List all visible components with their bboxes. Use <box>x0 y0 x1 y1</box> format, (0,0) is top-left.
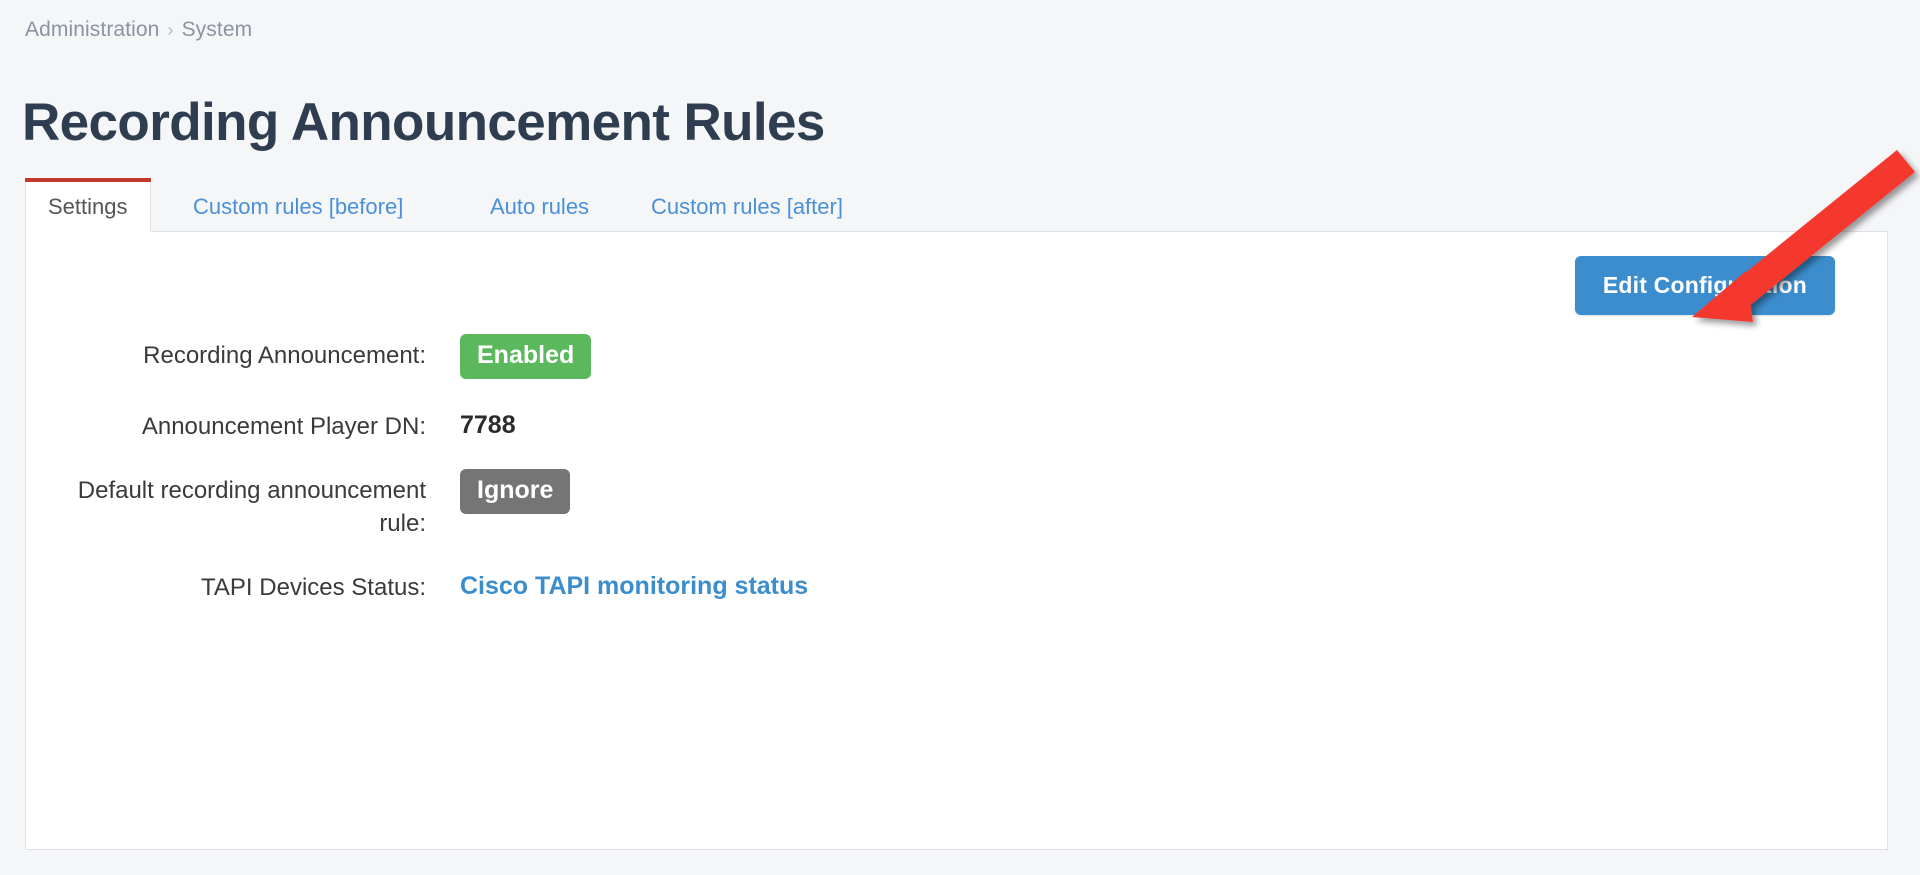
settings-panel: Edit Configuration Recording Announcemen… <box>25 232 1888 850</box>
tab-custom-rules-before-label: Custom rules [before] <box>193 194 404 219</box>
page-title: Recording Announcement Rules <box>22 92 825 152</box>
status-badge-enabled: Enabled <box>460 334 592 379</box>
settings-row-value: 7788 <box>460 403 516 440</box>
settings-row-label: TAPI Devices Status: <box>201 573 426 601</box>
tab-auto-rules-label: Auto rules <box>490 194 590 219</box>
settings-row-value: Enabled <box>460 332 592 379</box>
settings-row-default-recording-announcement-rule: Default recording announcement rule: Ign… <box>26 467 1887 540</box>
settings-row-label: Announcement Player DN: <box>141 412 426 440</box>
settings-form: Recording Announcement: Enabled Announce… <box>26 332 1887 628</box>
settings-row-recording-announcement: Recording Announcement: Enabled <box>26 332 1887 379</box>
settings-row-value: Cisco TAPI monitoring status <box>460 564 808 601</box>
settings-row-value: Ignore <box>460 467 571 514</box>
tab-custom-rules-after-label: Custom rules [after] <box>651 194 843 219</box>
settings-row-label: Recording Announcement: <box>143 342 426 369</box>
announcement-player-dn-value: 7788 <box>460 410 516 439</box>
edit-configuration-button[interactable]: Edit Configuration <box>1574 256 1835 315</box>
breadcrumb-item-administration[interactable]: Administration <box>25 18 159 41</box>
breadcrumb-item-system[interactable]: System <box>182 18 253 41</box>
tab-settings-label: Settings <box>48 194 128 219</box>
settings-row-announcement-player-dn: Announcement Player DN: 7788 <box>26 403 1887 443</box>
settings-row-label: Default recording announcement rule: <box>77 477 426 537</box>
tab-settings[interactable]: Settings <box>25 178 151 233</box>
tab-strip: Settings Custom rules [before] Auto rule… <box>25 178 1888 233</box>
status-badge-ignore: Ignore <box>460 469 571 514</box>
tab-custom-rules-after[interactable]: Custom rules [after] <box>629 182 865 232</box>
tab-custom-rules-before[interactable]: Custom rules [before] <box>171 182 425 232</box>
settings-row-tapi-devices-status: TAPI Devices Status: Cisco TAPI monitori… <box>26 564 1887 604</box>
breadcrumb: Administration › System <box>25 18 252 42</box>
cisco-tapi-monitoring-status-link[interactable]: Cisco TAPI monitoring status <box>460 566 808 601</box>
tab-auto-rules[interactable]: Auto rules <box>468 182 611 232</box>
breadcrumb-separator-icon: › <box>167 20 174 40</box>
